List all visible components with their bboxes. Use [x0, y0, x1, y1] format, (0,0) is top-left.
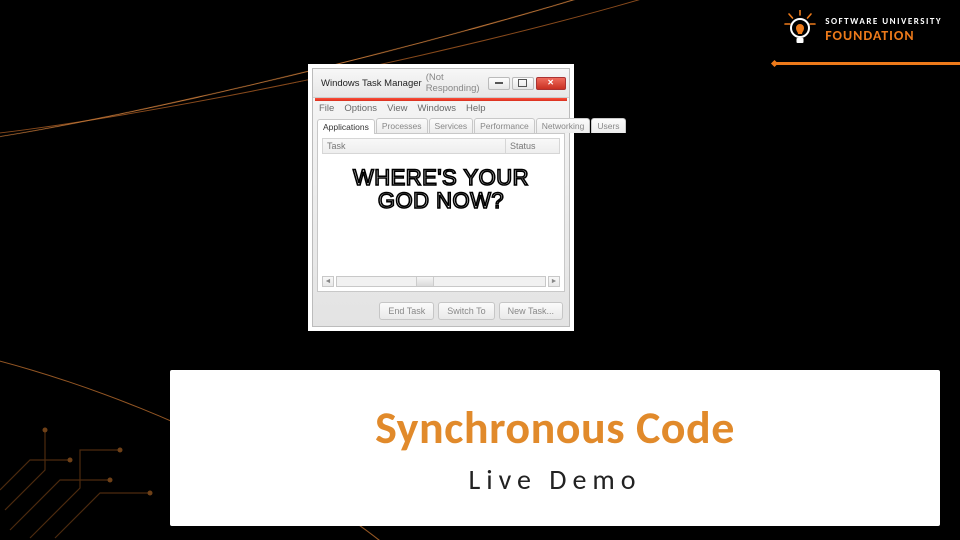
tab-networking[interactable]: Networking — [536, 118, 591, 133]
meme-text: WHERE'S YOUR GOD NOW? — [353, 166, 529, 212]
tab-applications[interactable]: Applications — [317, 119, 375, 134]
not-responding-label: (Not Responding) — [426, 72, 480, 94]
horizontal-scrollbar[interactable]: ◄ ► — [322, 276, 560, 287]
applications-panel: Task Status WHERE'S YOUR GOD NOW? ◄ ► — [317, 133, 565, 292]
slide-title: Synchronous Code — [375, 400, 735, 456]
window-title: Windows Task Manager — [321, 78, 422, 89]
end-task-button[interactable]: End Task — [379, 302, 434, 320]
column-task[interactable]: Task — [322, 138, 506, 154]
tab-strip: Applications Processes Services Performa… — [313, 116, 569, 133]
menu-file[interactable]: File — [319, 103, 334, 114]
meme-line1: WHERE'S YOUR — [353, 166, 529, 189]
brand-line2: FOUNDATION — [825, 27, 942, 44]
maximize-button[interactable] — [512, 77, 534, 90]
menu-windows[interactable]: Windows — [417, 103, 456, 114]
close-button[interactable] — [536, 77, 566, 90]
button-row: End Task Switch To New Task... — [313, 296, 569, 326]
scroll-track[interactable] — [336, 276, 546, 287]
brand-underline — [775, 62, 960, 65]
tab-users[interactable]: Users — [591, 118, 625, 133]
lightbulb-icon — [783, 10, 817, 50]
scroll-right-icon[interactable]: ► — [548, 276, 560, 287]
meme-area: WHERE'S YOUR GOD NOW? — [322, 154, 560, 274]
minimize-button[interactable] — [488, 77, 510, 90]
switch-to-button[interactable]: Switch To — [438, 302, 494, 320]
menu-view[interactable]: View — [387, 103, 407, 114]
brand-logo: SOFTWARE UNIVERSITY FOUNDATION — [783, 10, 942, 50]
tab-services[interactable]: Services — [429, 118, 474, 133]
titlebar: Windows Task Manager (Not Responding) — [313, 69, 569, 98]
menu-bar: File Options View Windows Help — [313, 101, 569, 116]
taskmanager-window: Windows Task Manager (Not Responding) Fi… — [312, 68, 570, 327]
scroll-thumb[interactable] — [416, 277, 434, 286]
scroll-left-icon[interactable]: ◄ — [322, 276, 334, 287]
slide-subtitle: Live Demo — [468, 462, 641, 497]
meme-line2: GOD NOW? — [353, 189, 529, 212]
column-status[interactable]: Status — [506, 138, 560, 154]
brand-line1: SOFTWARE UNIVERSITY — [825, 16, 942, 27]
menu-options[interactable]: Options — [344, 103, 377, 114]
menu-help[interactable]: Help — [466, 103, 486, 114]
title-block: Synchronous Code Live Demo — [170, 370, 940, 526]
tab-processes[interactable]: Processes — [376, 118, 428, 133]
new-task-button[interactable]: New Task... — [499, 302, 563, 320]
tab-performance[interactable]: Performance — [474, 118, 535, 133]
